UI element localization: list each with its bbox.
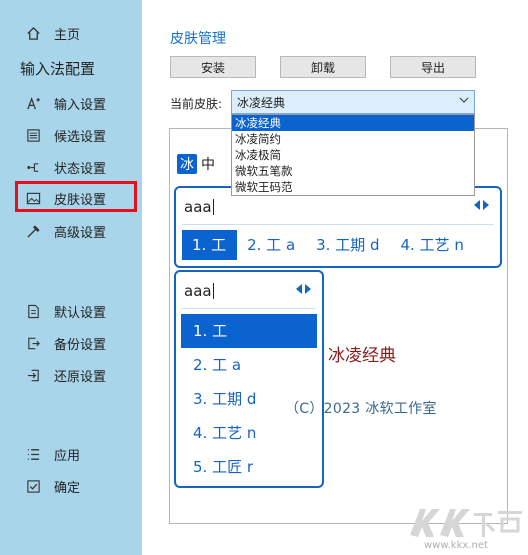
sidebar-item-status-settings[interactable]: 状态设置 [0, 152, 142, 182]
sidebar-item-label: 皮肤设置 [54, 192, 107, 208]
font-icon [20, 96, 46, 111]
image-icon [20, 191, 46, 206]
sidebar-item-default-settings[interactable]: 默认设置 [0, 296, 142, 326]
current-skin-label: 当前皮肤: [170, 97, 223, 111]
page-title: 皮肤管理 [170, 31, 226, 47]
checkbox-icon [20, 479, 46, 494]
divider [182, 308, 316, 309]
sidebar-item-label: 还原设置 [54, 369, 107, 385]
sidebar-item-apply[interactable]: 应用 [0, 439, 142, 469]
candidate-item: 2. 工 a [193, 356, 242, 374]
home-icon [20, 26, 46, 41]
composition-text: aaa [184, 282, 214, 300]
sidebar-item-label: 输入设置 [54, 97, 107, 113]
sidebar-item-backup-settings[interactable]: 备份设置 [0, 328, 142, 358]
candidate-item: 4. 工艺 n [193, 424, 257, 442]
sidebar-item-label: 默认设置 [54, 305, 107, 321]
sidebar-item-label: 状态设置 [54, 161, 107, 177]
install-button[interactable]: 安装 [170, 56, 256, 78]
sidebar-section-title: 输入法配置 [20, 60, 96, 78]
checklist-icon [20, 447, 46, 462]
skin-name-text: 冰凌经典 [328, 346, 396, 366]
ime-logo: 冰 [177, 154, 197, 174]
dropdown-option[interactable]: 微软王码范 [232, 179, 474, 195]
copyright-text: （C）2023 冰软工作室 [285, 401, 437, 417]
skin-select[interactable]: 冰凌经典 [231, 90, 475, 114]
candidate-list: 1. 工 2. 工 a 3. 工期 d 4. 工艺 n [182, 230, 475, 260]
page-arrows [295, 284, 312, 294]
main-panel: 皮肤管理 安装 卸载 导出 当前皮肤: 冰凌经典 冰凌经典 冰凌简约 冰凌极简 … [142, 0, 528, 555]
composition-string: aaa [184, 198, 212, 216]
export-icon [20, 336, 46, 351]
text-caret [212, 283, 214, 299]
export-button[interactable]: 导出 [390, 56, 476, 78]
text-caret [212, 199, 214, 215]
candidate-item: 4. 工艺 n [400, 236, 464, 254]
sidebar-item-label: 高级设置 [54, 225, 107, 241]
sidebar-item-confirm[interactable]: 确定 [0, 471, 142, 501]
arrow-right-icon [305, 284, 311, 294]
skin-select-value: 冰凌经典 [237, 95, 286, 110]
sidebar-item-candidate-settings[interactable]: 候选设置 [0, 120, 142, 150]
sidebar-item-label: 应用 [54, 448, 81, 464]
dropdown-option[interactable]: 冰凌简约 [232, 131, 474, 147]
watermark-text: www.kkx.net [424, 540, 488, 551]
arrow-right-icon [483, 200, 489, 210]
dropdown-option[interactable]: 冰凌经典 [232, 115, 474, 131]
ime-mode-indicator: 中 [201, 157, 215, 173]
sidebar: 主页 输入法配置 输入设置 候选设置 状态设置 皮肤设置 高级设置 默认设置 备… [0, 0, 142, 555]
candidate-item: 2. 工 a [247, 236, 296, 254]
sidebar-item-restore-settings[interactable]: 还原设置 [0, 360, 142, 390]
import-icon [20, 368, 46, 383]
ime-status-bar: 冰 中 [177, 152, 215, 176]
uninstall-button[interactable]: 卸载 [280, 56, 366, 78]
hammer-icon [20, 224, 46, 239]
sidebar-item-home[interactable]: 主页 [0, 18, 142, 48]
sidebar-item-label: 主页 [54, 27, 81, 43]
composition-text: aaa [184, 198, 214, 216]
composition-string: aaa [184, 282, 212, 300]
sidebar-item-input-settings[interactable]: 输入设置 [0, 88, 142, 118]
sidebar-item-skin-settings[interactable]: 皮肤设置 [0, 183, 142, 213]
horizontal-candidate-window: aaa 1. 工 2. 工 a 3. 工期 d 4. 工艺 n [174, 186, 502, 268]
chevron-down-icon [459, 94, 469, 108]
sidebar-item-label: 候选设置 [54, 129, 107, 145]
list-box-icon [20, 128, 46, 143]
dropdown-option[interactable]: 微软五笔款 [232, 163, 474, 179]
sidebar-item-label: 确定 [54, 480, 81, 496]
status-icon [20, 160, 46, 175]
sidebar-item-advanced-settings[interactable]: 高级设置 [0, 216, 142, 246]
sidebar-item-label: 备份设置 [54, 337, 107, 353]
document-icon [20, 304, 46, 319]
vertical-candidate-window: aaa 1. 工 2. 工 a 3. 工期 d 4. 工艺 n 5. 工匠 r [174, 270, 324, 488]
divider [182, 224, 494, 225]
candidate-item: 1. 工 [182, 230, 238, 260]
candidate-item: 3. 工期 d [316, 236, 380, 254]
candidate-item: 5. 工匠 r [193, 458, 254, 476]
candidate-item: 1. 工 [181, 314, 317, 348]
arrow-left-icon [296, 284, 302, 294]
dropdown-option[interactable]: 冰凌极简 [232, 147, 474, 163]
skin-dropdown-list: 冰凌经典 冰凌简约 冰凌极简 微软五笔款 微软王码范 [231, 114, 475, 196]
page-arrows [473, 200, 490, 210]
arrow-left-icon [474, 200, 480, 210]
